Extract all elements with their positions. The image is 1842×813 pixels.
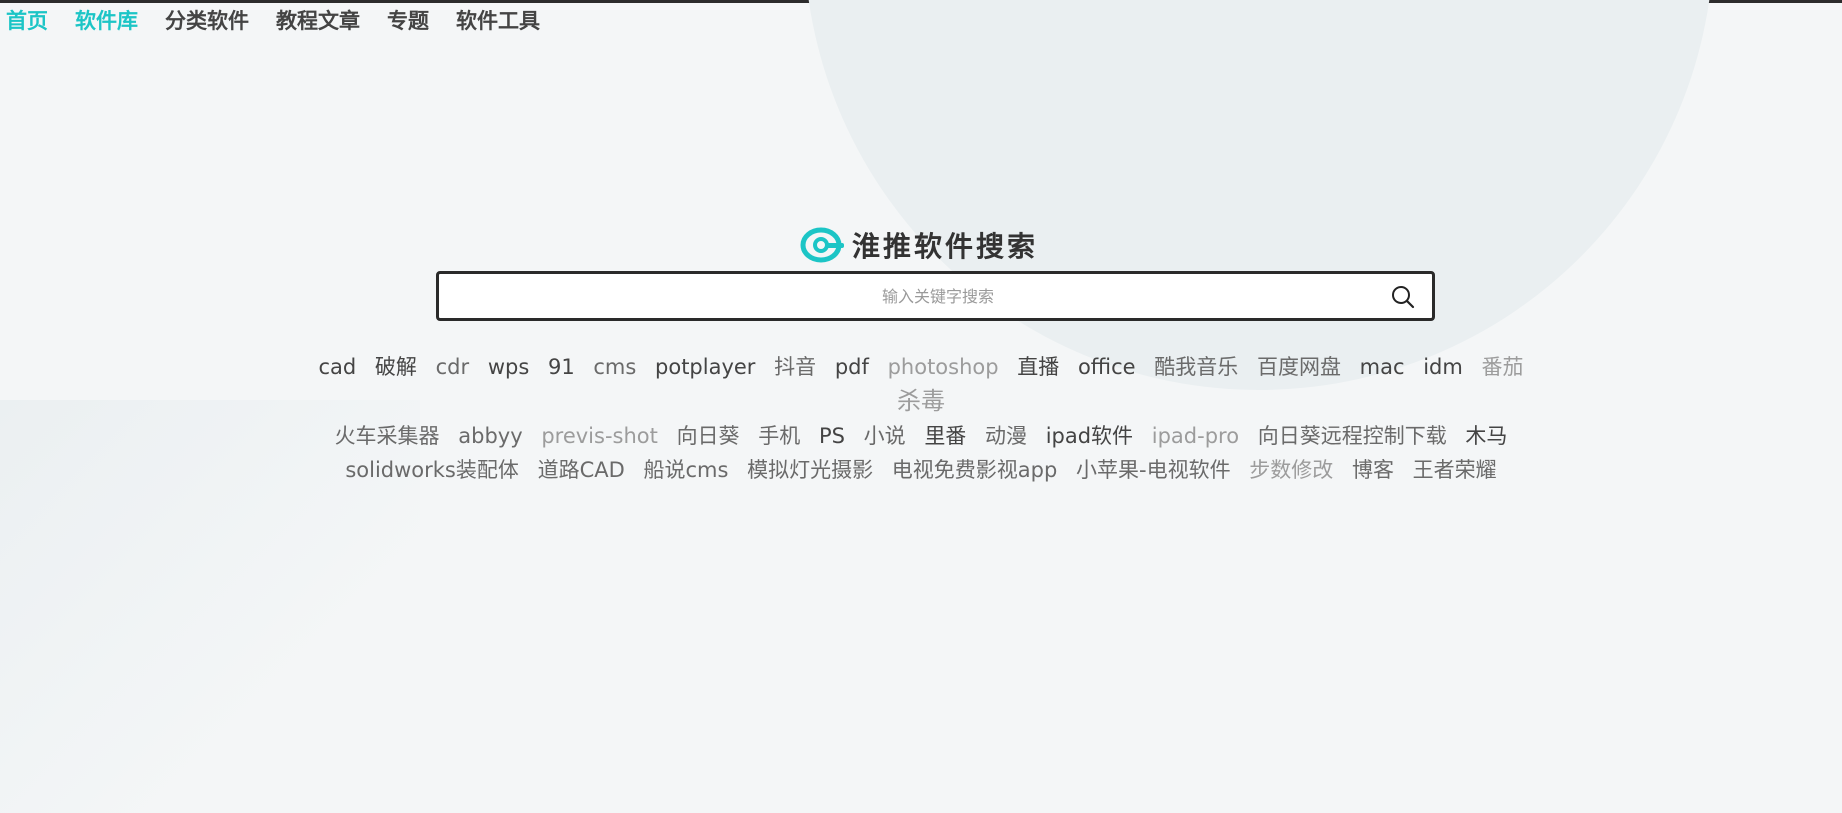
site-logo[interactable]: 淮推软件搜索 [800, 223, 1038, 267]
keyword-tag[interactable]: 小说 [864, 419, 906, 453]
keyword-tag[interactable]: 酷我音乐 [1154, 350, 1238, 384]
keyword-tag[interactable]: wps [488, 350, 529, 384]
keyword-tag[interactable]: 向日葵远程控制下载 [1258, 419, 1447, 453]
search-box [436, 271, 1435, 321]
keyword-tag[interactable]: 抖音 [774, 350, 816, 384]
keyword-tag[interactable]: 道路CAD [538, 453, 625, 487]
search-icon[interactable] [1390, 284, 1416, 310]
nav-categories[interactable]: 分类软件 [165, 8, 249, 34]
logo-text: 淮推软件搜索 [852, 230, 1039, 263]
keyword-tag[interactable]: potplayer [655, 350, 755, 384]
keyword-tag[interactable]: 破解 [375, 350, 417, 384]
keyword-tag[interactable]: 百度网盘 [1257, 350, 1341, 384]
keyword-tag[interactable]: pdf [835, 350, 869, 384]
keyword-tag[interactable]: 动漫 [985, 419, 1027, 453]
keyword-tag[interactable]: idm [1423, 350, 1463, 384]
nav-software-library[interactable]: 软件库 [75, 8, 138, 34]
keyword-tag[interactable]: 模拟灯光摄影 [747, 453, 873, 487]
keyword-tag[interactable]: 博客 [1352, 453, 1394, 487]
search-input[interactable] [439, 274, 1379, 318]
keyword-tag[interactable]: 步数修改 [1249, 453, 1333, 487]
keyword-tag[interactable]: 木马 [1465, 419, 1507, 453]
keyword-tag[interactable]: abbyy [458, 419, 522, 453]
keyword-tag[interactable]: 直播 [1017, 350, 1059, 384]
keyword-tag[interactable]: PS [819, 419, 845, 453]
keyword-tag[interactable]: 向日葵 [677, 419, 740, 453]
keyword-tag[interactable]: cdr [436, 350, 470, 384]
nav-tutorials[interactable]: 教程文章 [276, 8, 360, 34]
keyword-tag[interactable]: 番茄 [1482, 350, 1524, 384]
keyword-tag[interactable]: 91 [548, 350, 575, 384]
keyword-tag[interactable]: cad [318, 350, 356, 384]
nav-software-tools[interactable]: 软件工具 [456, 8, 540, 34]
keyword-tag[interactable]: 杀毒 [897, 384, 945, 418]
keyword-tag[interactable]: 火车采集器 [335, 419, 440, 453]
keyword-tag[interactable]: mac [1360, 350, 1405, 384]
keyword-tag[interactable]: cms [593, 350, 636, 384]
keyword-tag[interactable]: 手机 [758, 419, 800, 453]
background-circle [804, 0, 1714, 390]
keyword-tag[interactable]: photoshop [888, 350, 999, 384]
hot-keywords: cad 破解 cdr wps 91 cms potplayer 抖音 pdf p… [290, 350, 1552, 487]
nav-home[interactable]: 首页 [6, 8, 48, 34]
keyword-tag[interactable]: ipad软件 [1046, 419, 1133, 453]
keyword-tag[interactable]: 里番 [924, 419, 966, 453]
eye-logo-icon [800, 227, 844, 263]
nav-topics[interactable]: 专题 [387, 8, 429, 34]
keyword-tag[interactable]: 小苹果-电视软件 [1076, 453, 1231, 487]
keyword-tag[interactable]: previs-shot [541, 419, 658, 453]
keyword-tag[interactable]: ipad-pro [1152, 419, 1239, 453]
keyword-tag[interactable]: office [1078, 350, 1136, 384]
top-navigation: 首页 软件库 分类软件 教程文章 专题 软件工具 [6, 8, 567, 34]
keyword-tag[interactable]: 船说cms [643, 453, 728, 487]
keyword-tag[interactable]: 王者荣耀 [1413, 453, 1497, 487]
keyword-tag[interactable]: solidworks装配体 [345, 453, 519, 487]
keyword-tag[interactable]: 电视免费影视app [892, 453, 1058, 487]
